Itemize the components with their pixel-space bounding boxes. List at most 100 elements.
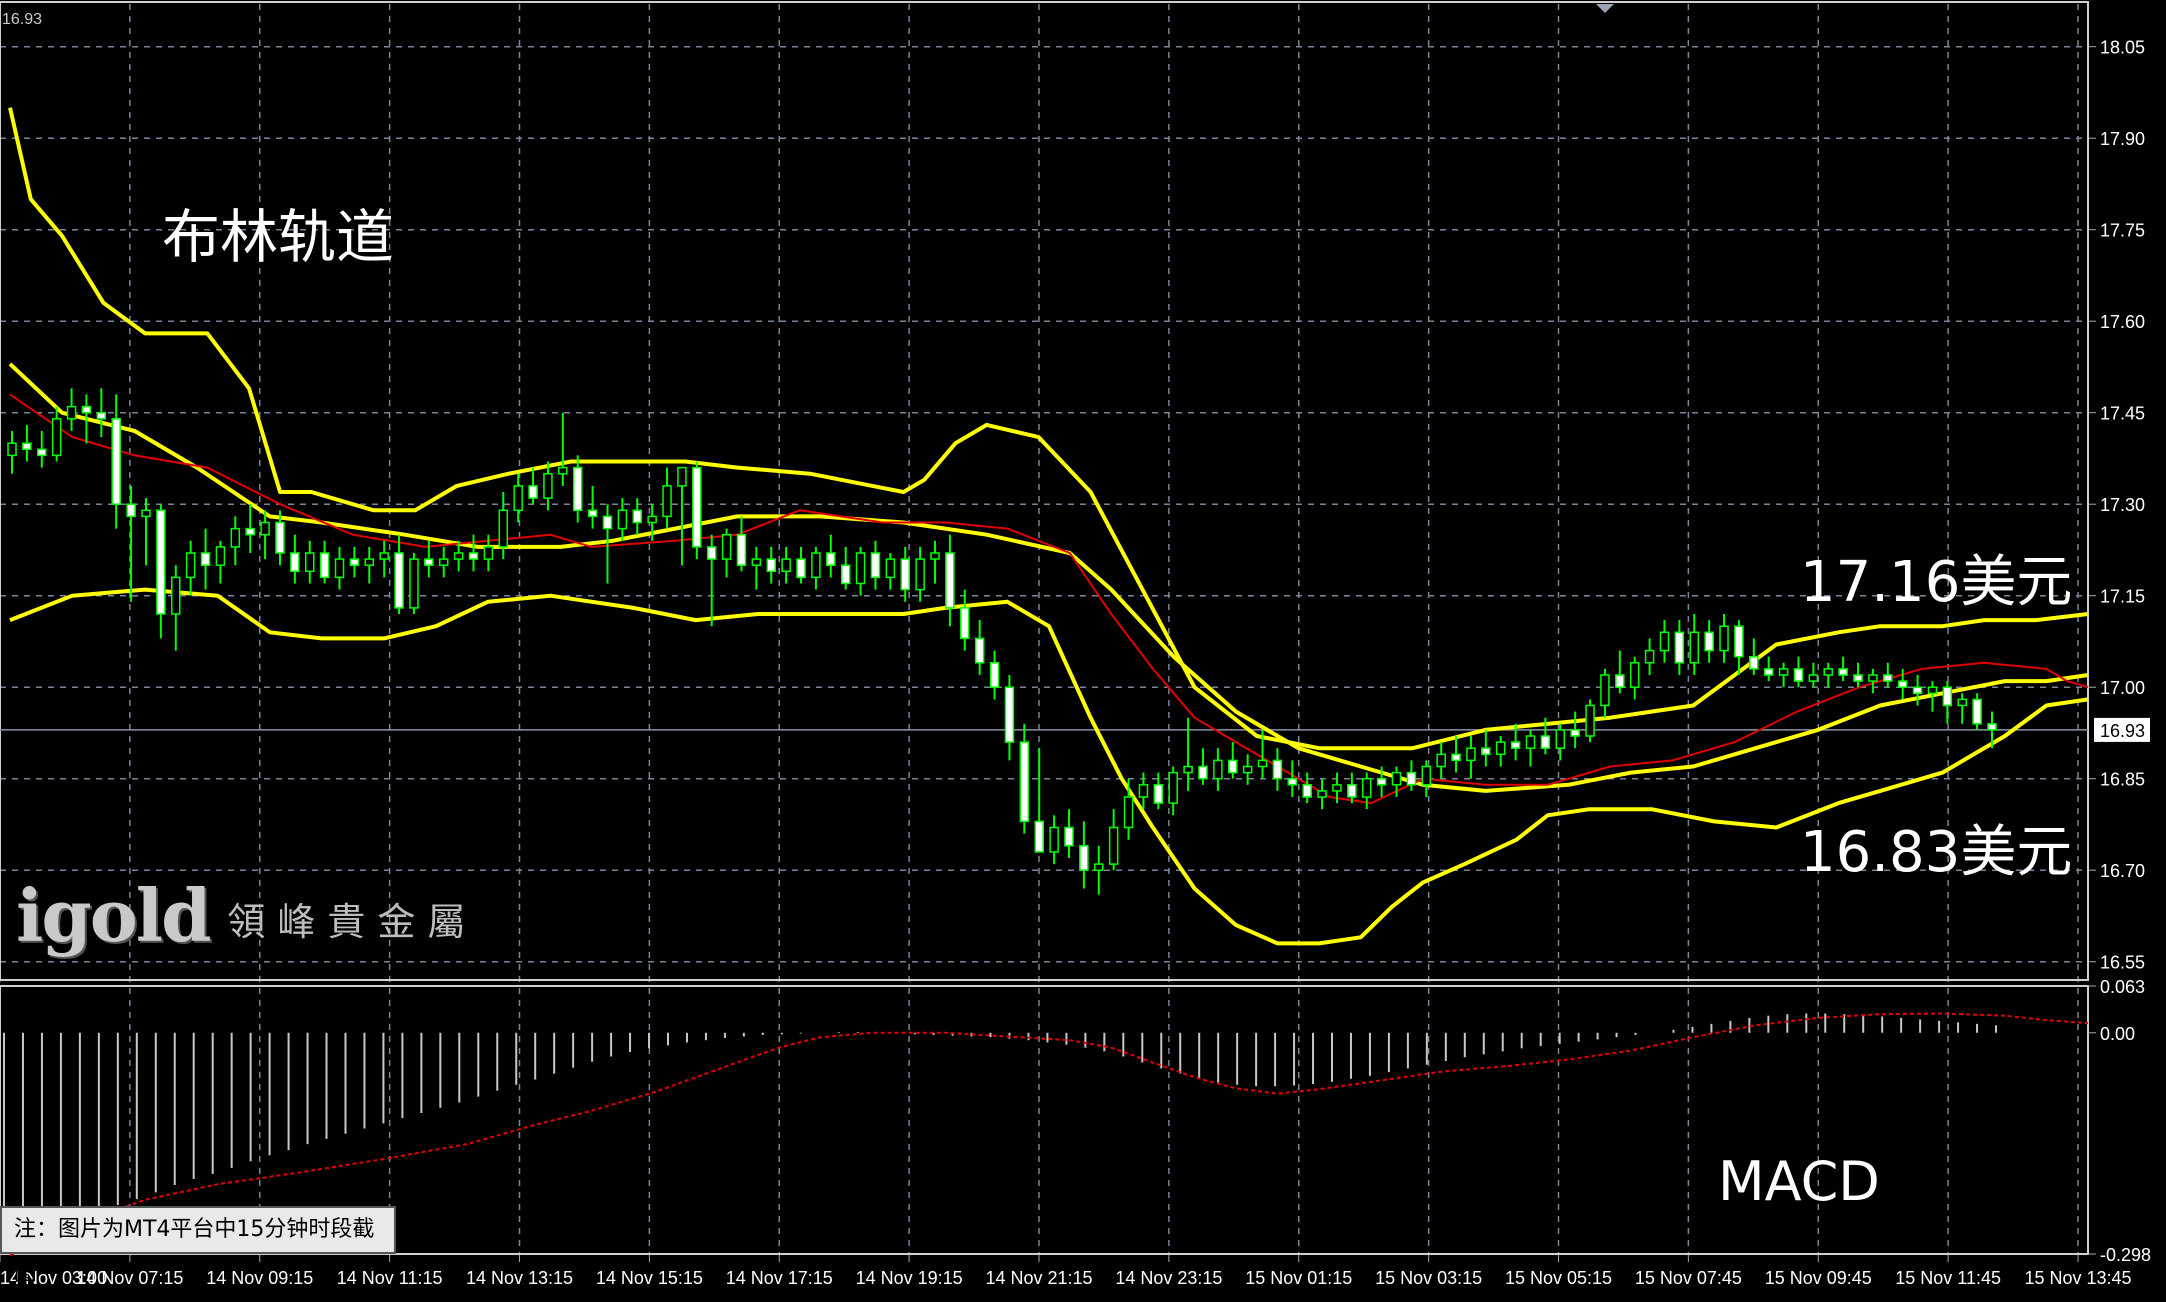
candle-body [543, 472, 553, 499]
candle-body [1302, 784, 1312, 798]
candle-body [647, 515, 657, 524]
candle-body [1897, 680, 1908, 688]
candle-body [215, 546, 226, 566]
candle-body [245, 527, 255, 536]
x-tick-label: 14 Nov 11:15 [337, 1268, 443, 1288]
candle-body [1927, 686, 1938, 695]
candle-body [66, 405, 77, 420]
y-tick-label: 16.55 [2100, 953, 2145, 973]
x-tick-label: 15 Nov 03:15 [1375, 1268, 1482, 1288]
x-tick-label: 14 Nov 23:15 [1115, 1268, 1222, 1288]
candle-body [37, 448, 47, 457]
candle-body [141, 509, 151, 518]
current-price-label: 16.93 [2100, 721, 2145, 741]
candle-body [1763, 668, 1774, 676]
candle-body [1094, 863, 1104, 871]
candle-body [111, 418, 121, 505]
candle-body [379, 552, 389, 560]
candle-body [1079, 845, 1089, 871]
candle-body [1332, 784, 1342, 792]
candle-body [1049, 826, 1059, 853]
candle-body [915, 558, 925, 591]
candle-body [1019, 741, 1030, 823]
candle-body [1064, 826, 1074, 847]
candle-body [1228, 759, 1238, 774]
candle-body [1719, 625, 1729, 652]
candle-body [945, 552, 955, 609]
candle-body [156, 509, 166, 615]
candle-body [572, 466, 583, 512]
y-tick-label: 16.85 [2100, 770, 2145, 790]
upper-band-price-annotation: 17.16美元 [1800, 550, 2073, 615]
candle-body [1600, 674, 1610, 707]
candle-body [438, 558, 449, 566]
candle-body [7, 442, 17, 457]
y-tick-label: 17.60 [2100, 312, 2145, 332]
candle-body [260, 521, 270, 536]
candle-body [1704, 631, 1714, 652]
candle-body [706, 546, 717, 560]
candle-body [1034, 820, 1044, 853]
candle-body [1689, 631, 1700, 664]
candle-body [751, 558, 762, 566]
candle-body [81, 405, 92, 414]
y-tick-label: 17.45 [2100, 404, 2145, 424]
candle-body [1376, 777, 1387, 786]
candle-body [1644, 649, 1655, 664]
candle-body [692, 466, 702, 548]
candle-body [498, 509, 509, 548]
candle-body [528, 485, 538, 499]
x-tick-label: 15 Nov 01:15 [1245, 1268, 1352, 1288]
candle-body [185, 552, 196, 579]
candle-body [721, 533, 732, 560]
candle-body [304, 552, 315, 573]
x-tick-label: 15 Nov 11:45 [1895, 1268, 2001, 1288]
y-tick-label: 17.15 [2100, 587, 2145, 607]
x-tick-label: 14 Nov 09:15 [206, 1268, 313, 1288]
top-left-price-label: 16.93 [2, 11, 42, 28]
candle-body [424, 558, 434, 566]
macd-label: MACD [1718, 1150, 1880, 1213]
candle-body [930, 552, 940, 560]
candle-body [1198, 765, 1208, 780]
candle-body [275, 521, 285, 554]
candle-body [870, 552, 881, 579]
candle-body [1823, 668, 1833, 676]
candle-body [409, 558, 419, 609]
candle-body [51, 418, 62, 457]
candle-body [632, 509, 643, 524]
candle-body [1436, 753, 1446, 768]
candle-body [1987, 723, 1997, 731]
y-tick-label: 17.90 [2100, 129, 2145, 149]
candle-body [826, 552, 836, 566]
candle-body [1183, 765, 1193, 774]
candle-body [900, 558, 910, 591]
chart-title-annotation: 布林轨道 [162, 203, 395, 271]
candle-body [1540, 735, 1551, 749]
logo-chinese-name: 領峰貴金屬 [227, 900, 478, 944]
candle-body [960, 607, 970, 640]
candle-body [1153, 784, 1164, 804]
chart-shift-marker [1596, 4, 1614, 13]
candle-body [230, 527, 241, 548]
candle-body [1406, 771, 1417, 786]
candle-body [558, 466, 568, 475]
candle-body [483, 546, 494, 560]
candle-body [617, 509, 628, 530]
candle-body [974, 637, 985, 664]
x-tick-label: 14 Nov 19:15 [856, 1268, 963, 1288]
x-tick-label: 14 Nov 07:15 [76, 1268, 183, 1288]
candle-body [736, 533, 747, 566]
y-tick-label: 17.00 [2100, 678, 2145, 698]
candle-body [885, 558, 896, 579]
candle-body [1272, 759, 1283, 780]
candle-body [796, 558, 806, 579]
candle-body [513, 485, 523, 512]
candle-body [1734, 625, 1744, 658]
footnote-box: 注：图片为MT4平台中15分钟时段截图 [0, 1206, 396, 1286]
candle-body [662, 485, 672, 518]
candle-body [1883, 674, 1893, 682]
candle-body [171, 576, 181, 615]
candle-body [1168, 771, 1178, 804]
candle-body [1138, 784, 1149, 798]
